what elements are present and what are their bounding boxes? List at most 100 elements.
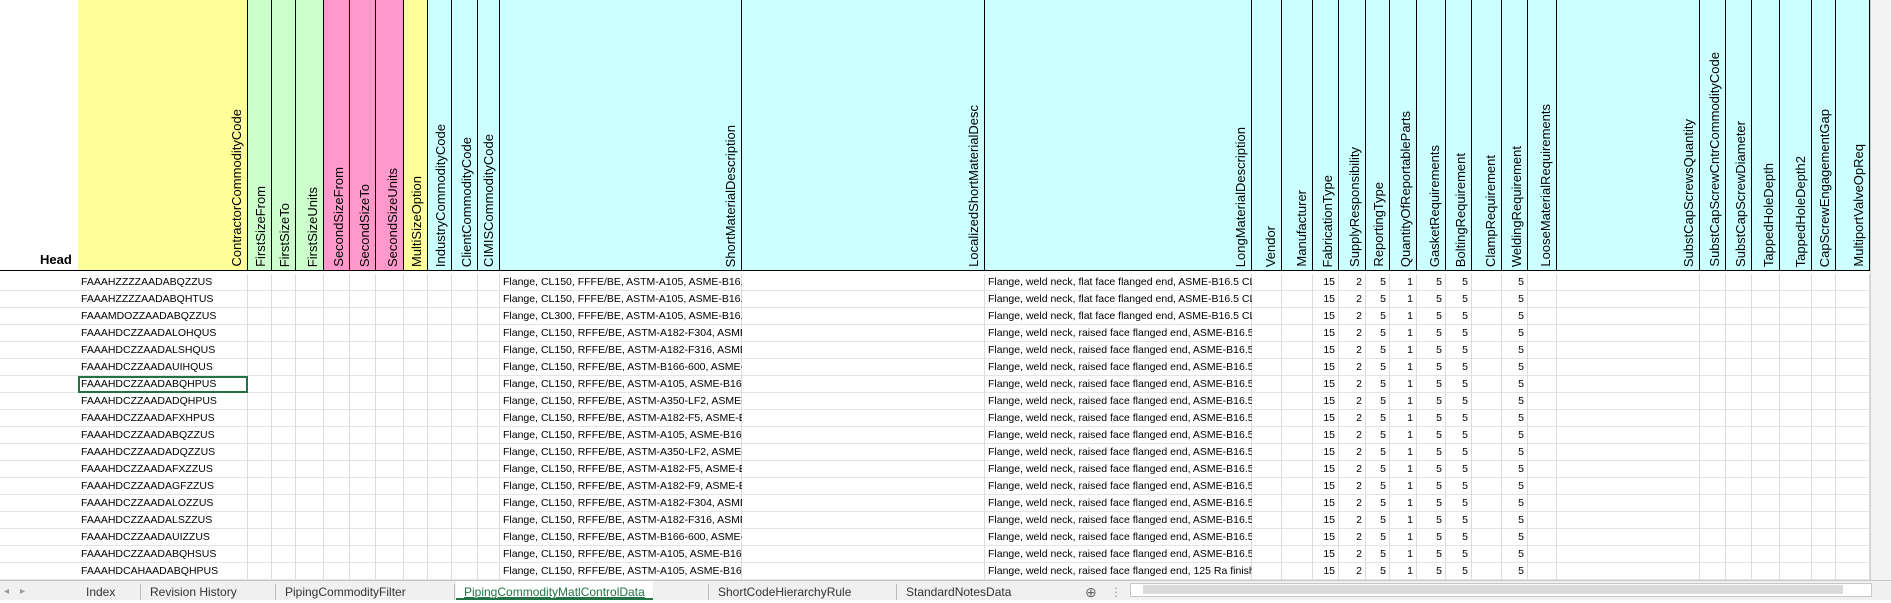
cell-qty[interactable]: 1 xyxy=(1392,461,1417,478)
cell-qty[interactable]: 1 xyxy=(1392,393,1417,410)
cell-qty[interactable]: 1 xyxy=(1392,342,1417,359)
cell-fab[interactable]: 15 xyxy=(1315,274,1339,291)
column-header-first-size-units[interactable]: FirstSizeUnits xyxy=(296,0,324,270)
cell-short[interactable]: Flange, CL150, RFFE/BE, ASTM-A182-F9, AS… xyxy=(502,478,742,495)
tab-scroll-right-icon[interactable]: ▸ xyxy=(20,581,25,600)
column-header-second-size-units[interactable]: SecondSizeUnits xyxy=(376,0,404,270)
cell-bolt[interactable]: 5 xyxy=(1448,325,1472,342)
sheet-tab-pipingcommoditymatlcontroldata[interactable]: PipingCommodityMatlControlData xyxy=(456,581,653,600)
cell-bolt[interactable]: 5 xyxy=(1448,291,1472,308)
cell-short[interactable]: Flange, CL150, RFFE/BE, ASTM-A350-LF2, A… xyxy=(502,393,742,410)
cell-weld[interactable]: 5 xyxy=(1504,495,1528,512)
cell-sup[interactable]: 2 xyxy=(1341,563,1366,580)
cell-weld[interactable]: 5 xyxy=(1504,376,1528,393)
column-header-fabrication-type[interactable]: FabricationType xyxy=(1313,0,1339,270)
column-header-gasket-requirements[interactable]: GasketRequirements xyxy=(1417,0,1446,270)
cell-long[interactable]: Flange, weld neck, flat face flanged end… xyxy=(987,308,1252,325)
cell-sup[interactable]: 2 xyxy=(1341,325,1366,342)
cell-gask[interactable]: 5 xyxy=(1419,410,1446,427)
cell-rep[interactable]: 5 xyxy=(1368,376,1390,393)
cell-rep[interactable]: 5 xyxy=(1368,393,1390,410)
column-header-client-commodity-code[interactable]: ClientCommodityCode xyxy=(452,0,478,270)
cell-gask[interactable]: 5 xyxy=(1419,478,1446,495)
cell-gask[interactable]: 5 xyxy=(1419,546,1446,563)
cell-fab[interactable]: 15 xyxy=(1315,325,1339,342)
cell-code[interactable]: FAAAHDCZZAADAFXHPUS xyxy=(80,410,248,427)
horizontal-scrollbar-thumb[interactable] xyxy=(1143,585,1843,594)
cell-qty[interactable]: 1 xyxy=(1392,308,1417,325)
cell-short[interactable]: Flange, CL150, RFFE/BE, ASTM-A182-F5, AS… xyxy=(502,461,742,478)
column-header-multi-size-option[interactable]: MultiSizeOption xyxy=(404,0,428,270)
cell-sup[interactable]: 2 xyxy=(1341,461,1366,478)
column-header-tapped-hole-depth[interactable]: TappedHoleDepth xyxy=(1752,0,1780,270)
sheet-tab-pipingcommodityfilter[interactable]: PipingCommodityFilter xyxy=(285,581,406,600)
cell-long[interactable]: Flange, weld neck, raised face flanged e… xyxy=(987,444,1252,461)
cell-bolt[interactable]: 5 xyxy=(1448,529,1472,546)
cell-rep[interactable]: 5 xyxy=(1368,410,1390,427)
cell-weld[interactable]: 5 xyxy=(1504,291,1528,308)
cell-qty[interactable]: 1 xyxy=(1392,410,1417,427)
cell-rep[interactable]: 5 xyxy=(1368,342,1390,359)
cell-bolt[interactable]: 5 xyxy=(1448,495,1472,512)
cell-rep[interactable]: 5 xyxy=(1368,478,1390,495)
column-header-clamp-requirement[interactable]: ClampRequirement xyxy=(1472,0,1502,270)
cell-rep[interactable]: 5 xyxy=(1368,546,1390,563)
cell-qty[interactable]: 1 xyxy=(1392,478,1417,495)
cell-long[interactable]: Flange, weld neck, raised face flanged e… xyxy=(987,325,1252,342)
cell-weld[interactable]: 5 xyxy=(1504,444,1528,461)
horizontal-scrollbar[interactable] xyxy=(1130,583,1872,597)
cell-long[interactable]: Flange, weld neck, raised face flanged e… xyxy=(987,546,1252,563)
column-header-cimiscommodity-code[interactable]: CIMISCommodityCode xyxy=(478,0,500,270)
cell-gask[interactable]: 5 xyxy=(1419,495,1446,512)
cell-weld[interactable]: 5 xyxy=(1504,461,1528,478)
column-header-long-material-description[interactable]: LongMaterialDescription xyxy=(985,0,1252,270)
cell-gask[interactable]: 5 xyxy=(1419,427,1446,444)
cell-rep[interactable]: 5 xyxy=(1368,461,1390,478)
cell-short[interactable]: Flange, CL150, RFFE/BE, ASTM-A182-F304, … xyxy=(502,495,742,512)
cell-gask[interactable]: 5 xyxy=(1419,376,1446,393)
column-header-welding-requirement[interactable]: WeldingRequirement xyxy=(1502,0,1528,270)
cell-weld[interactable]: 5 xyxy=(1504,427,1528,444)
column-header-second-size-from[interactable]: SecondSizeFrom xyxy=(324,0,350,270)
cell-weld[interactable]: 5 xyxy=(1504,274,1528,291)
cell-short[interactable]: Flange, CL150, FFFE/BE, ASTM-A105, ASME-… xyxy=(502,274,742,291)
cell-weld[interactable]: 5 xyxy=(1504,308,1528,325)
cell-rep[interactable]: 5 xyxy=(1368,427,1390,444)
column-header-contractor-commodity-code[interactable]: ContractorCommodityCode xyxy=(78,0,248,270)
column-header-industry-commodity-code[interactable]: IndustryCommodityCode xyxy=(428,0,452,270)
cell-gask[interactable]: 5 xyxy=(1419,274,1446,291)
cell-qty[interactable]: 1 xyxy=(1392,291,1417,308)
cell-sup[interactable]: 2 xyxy=(1341,308,1366,325)
cell-short[interactable]: Flange, CL150, FFFE/BE, ASTM-A105, ASME-… xyxy=(502,291,742,308)
cell-code[interactable]: FAAAHDCZZAADALOHQUS xyxy=(80,325,248,342)
cell-sup[interactable]: 2 xyxy=(1341,478,1366,495)
cell-qty[interactable]: 1 xyxy=(1392,546,1417,563)
cell-gask[interactable]: 5 xyxy=(1419,359,1446,376)
cell-long[interactable]: Flange, weld neck, raised face flanged e… xyxy=(987,393,1252,410)
cell-code[interactable]: FAAAHDCZZAADALSZZUS xyxy=(80,512,248,529)
cell-fab[interactable]: 15 xyxy=(1315,376,1339,393)
cell-code[interactable]: FAAAHZZZZAADABQZZUS xyxy=(80,274,248,291)
column-header-supply-responsibility[interactable]: SupplyResponsibility xyxy=(1339,0,1366,270)
cell-fab[interactable]: 15 xyxy=(1315,291,1339,308)
cell-qty[interactable]: 1 xyxy=(1392,529,1417,546)
cell-long[interactable]: Flange, weld neck, raised face flanged e… xyxy=(987,359,1252,376)
cell-short[interactable]: Flange, CL150, RFFE/BE, ASTM-A182-F316, … xyxy=(502,342,742,359)
cell-fab[interactable]: 15 xyxy=(1315,359,1339,376)
cell-gask[interactable]: 5 xyxy=(1419,529,1446,546)
more-options-icon[interactable]: ⋮ xyxy=(1110,581,1122,600)
cell-weld[interactable]: 5 xyxy=(1504,342,1528,359)
cell-code[interactable]: FAAAHDCZZAADAUIHQUS xyxy=(80,359,248,376)
cell-code[interactable]: FAAAHDCZZAADAUIZZUS xyxy=(80,529,248,546)
cell-long[interactable]: Flange, weld neck, raised face flanged e… xyxy=(987,376,1252,393)
cell-rep[interactable]: 5 xyxy=(1368,274,1390,291)
cell-fab[interactable]: 15 xyxy=(1315,308,1339,325)
column-header-quantity-of-reportable-parts[interactable]: QuantityOfReportableParts xyxy=(1390,0,1417,270)
cell-short[interactable]: Flange, CL150, RFFE/BE, ASTM-A105, ASME-… xyxy=(502,376,742,393)
cell-bolt[interactable]: 5 xyxy=(1448,444,1472,461)
cell-fab[interactable]: 15 xyxy=(1315,342,1339,359)
cell-short[interactable]: Flange, CL150, RFFE/BE, ASTM-A105, ASME-… xyxy=(502,427,742,444)
vertical-scrollbar[interactable] xyxy=(1870,0,1891,580)
column-header-tapped-hole-depth2[interactable]: TappedHoleDepth2 xyxy=(1780,0,1812,270)
cell-code[interactable]: FAAAHDCZZAADADQHPUS xyxy=(80,393,248,410)
